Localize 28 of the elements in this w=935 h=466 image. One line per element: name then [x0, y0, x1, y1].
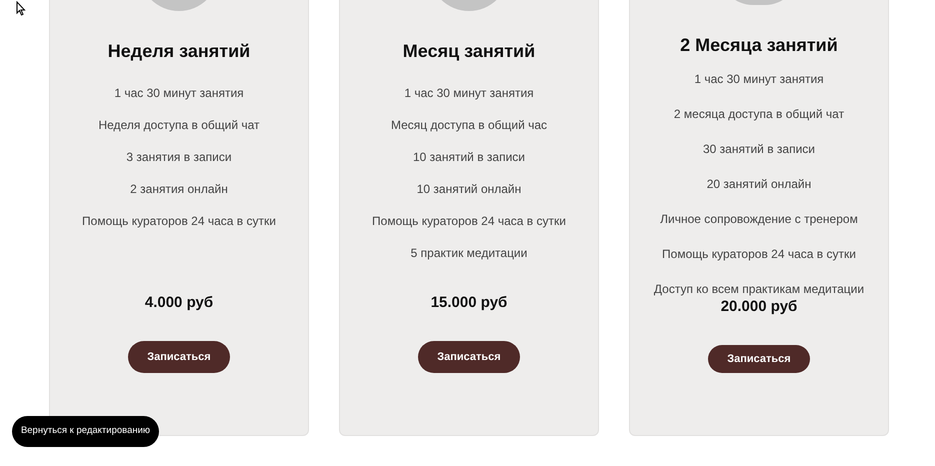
feature-text: 1 час 30 минут занятия: [694, 71, 824, 88]
plan-title: 2 Месяца занятий: [680, 34, 838, 58]
feature-text: Неделя доступа в общий чат: [98, 117, 260, 133]
feature-text: 30 занятий в записи: [702, 141, 815, 158]
feature-text: 1 час 30 минут занятия: [114, 85, 244, 101]
price-text: 15.000 руб: [430, 293, 508, 313]
feature-text: 20 занятий онлайн: [706, 176, 812, 192]
feature-text: 5 практик медитации: [410, 245, 528, 261]
feature-text: 1 час 30 минут занятия: [404, 85, 534, 101]
signup-button[interactable]: Записаться: [128, 341, 230, 373]
feature-text: Доступ ко всем практикам медитации: [654, 281, 864, 298]
feature-text: 2 месяца доступа в общий чат: [674, 106, 844, 122]
price-text: 20.000 руб: [720, 297, 798, 318]
feature-text: 10 занятий онлайн: [416, 181, 522, 197]
plan-title: Месяц занятий: [402, 40, 536, 63]
feature-text: 10 занятий в записи: [412, 149, 525, 165]
signup-button[interactable]: Записаться: [418, 341, 520, 373]
back-to-editing-button[interactable]: Вернуться к редактированию: [12, 416, 159, 447]
feature-text: Помощь кураторов 24 часа в сутки: [372, 213, 566, 229]
feature-text: 2 занятия онлайн: [130, 181, 228, 197]
signup-button[interactable]: Записаться: [708, 345, 810, 373]
feature-text: Помощь кураторов 24 часа в сутки: [662, 246, 856, 262]
feature-text: Помощь кураторов 24 часа в сутки: [82, 213, 276, 229]
feature-text: 3 занятия в записи: [126, 149, 232, 165]
feature-text: Личное сопровождение с тренером: [660, 211, 858, 228]
plan-title: Неделя занятий: [108, 40, 250, 63]
feature-text: Месяц доступа в общий час: [390, 117, 548, 133]
price-text: 4.000 руб: [144, 293, 214, 313]
